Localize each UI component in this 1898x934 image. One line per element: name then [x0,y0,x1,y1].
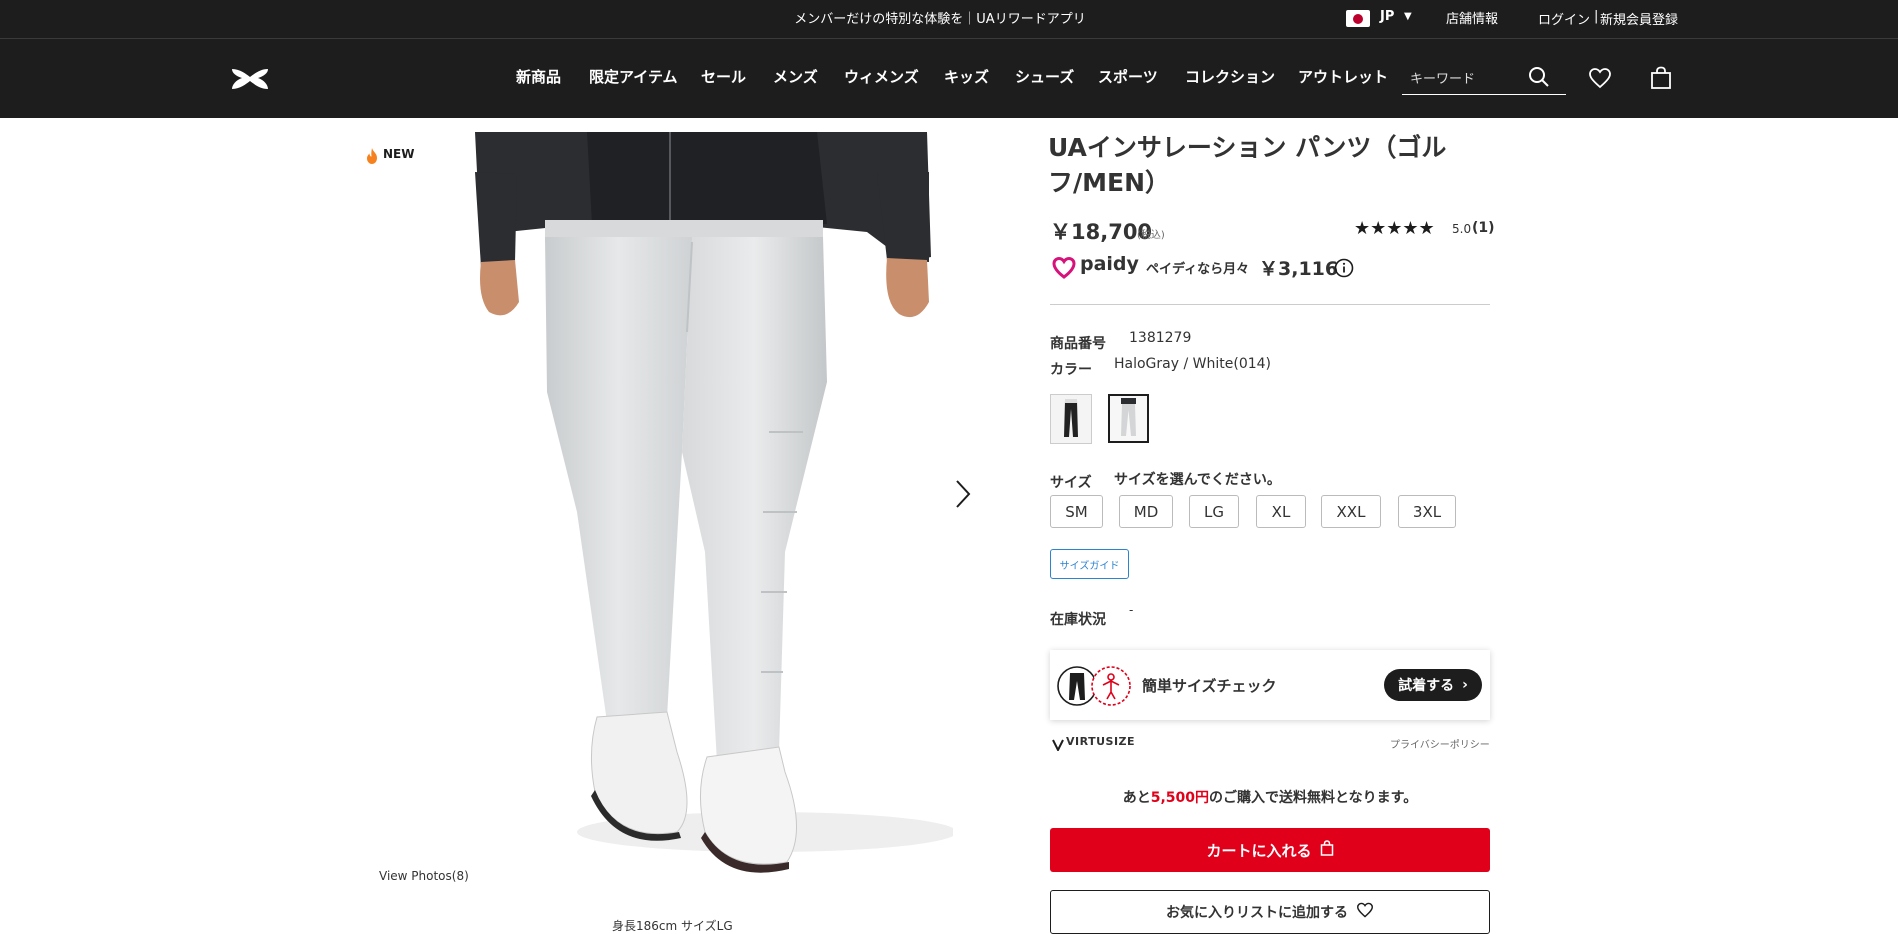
under-armour-logo-icon[interactable] [228,66,272,96]
paidy-monthly-amount: ￥3,116 [1259,258,1339,280]
virtusize-logo-icon [1052,736,1064,755]
nav-item-mens[interactable]: メンズ [773,66,818,87]
free-shipping-notice: あと5,500円のご購入で送料無料となります。 [1050,787,1490,807]
nav-item-womens[interactable]: ウィメンズ [844,66,919,87]
shipping-remaining-amount: 5,500円 [1150,790,1210,806]
size-prompt: サイズを選んでください。 [1114,472,1281,488]
flame-icon [364,147,380,169]
login-link[interactable]: ログイン [1538,9,1590,28]
size-option-xl[interactable]: XL [1256,495,1306,528]
review-count-link[interactable]: (1) [1472,220,1495,236]
cart-bag-icon [1320,840,1334,860]
nav-item-limited[interactable]: 限定アイテム [589,66,678,87]
register-link[interactable]: 新規会員登録 [1600,9,1678,28]
color-value: HaloGray / White(014) [1114,356,1272,372]
try-on-button[interactable]: 試着する › [1384,669,1482,701]
search-icon[interactable] [1528,66,1550,92]
sku-value: 1381279 [1129,330,1192,346]
size-option-xxl[interactable]: XXL [1321,495,1381,528]
color-swatch-halogray[interactable] [1108,394,1149,443]
add-to-cart-button[interactable]: カートに入れる [1050,828,1490,872]
sku-label: 商品番号 [1050,336,1106,352]
chevron-down-icon[interactable]: ▼ [1404,11,1412,22]
stock-status-value: - [1129,603,1134,617]
color-label: カラー [1050,362,1092,378]
size-check-label: 簡単サイズチェック [1142,677,1277,695]
size-option-md[interactable]: MD [1119,495,1173,528]
virtusize-brand: VIRTUSIZE [1066,735,1136,748]
product-image[interactable] [467,132,953,882]
nav-item-kids[interactable]: キッズ [944,66,989,87]
try-on-label: 試着する [1398,678,1455,694]
chevron-right-icon: › [1462,677,1468,693]
size-option-sm[interactable]: SM [1050,495,1103,528]
link-separator: | [1594,9,1599,24]
japan-flag-icon[interactable] [1346,10,1370,27]
view-photos-link[interactable]: View Photos(8) [379,869,469,883]
divider [1050,304,1490,305]
nav-item-sports[interactable]: スポーツ [1098,66,1158,87]
shipping-suffix: のご購入で送料無料となります。 [1209,790,1418,806]
size-option-lg[interactable]: LG [1189,495,1239,528]
size-label: サイズ [1050,475,1092,491]
paidy-installment-label: ペイディなら月々 [1146,262,1250,277]
size-guide-button[interactable]: サイズガイド [1050,549,1129,579]
nav-item-sale[interactable]: セール [701,66,746,87]
add-to-wishlist-button[interactable]: お気に入りリストに追加する [1050,890,1490,934]
info-icon[interactable] [1334,258,1354,282]
new-badge-label: NEW [383,147,415,161]
store-info-link[interactable]: 店舗情報 [1446,8,1498,27]
shipping-prefix: あと [1122,790,1151,806]
paidy-brand: paidy [1080,253,1139,275]
color-swatch-black[interactable] [1050,394,1092,444]
nav-item-shoes[interactable]: シューズ [1015,66,1074,87]
product-title: UAインサレーション パンツ（ゴルフ/MEN） [1048,133,1447,197]
nav-item-new[interactable]: 新商品 [516,66,561,87]
size-check-avatar-icon [1057,664,1135,712]
rating-value: 5.0 [1452,222,1472,236]
rating-stars-icon[interactable]: ★★★★★ [1354,218,1435,239]
stock-status-label: 在庫状況 [1050,612,1106,628]
add-to-cart-label: カートに入れる [1206,841,1312,860]
model-size-info: 身長186cm サイズLG [612,919,733,933]
tax-note: (税込) [1137,230,1165,241]
next-image-arrow-icon[interactable] [953,478,973,514]
size-option-3xl[interactable]: 3XL [1398,495,1456,528]
privacy-policy-link[interactable]: プライバシーポリシー [1390,736,1490,751]
add-to-wishlist-label: お気に入りリストに追加する [1166,905,1348,921]
country-selector[interactable]: JP [1380,9,1394,24]
shopping-bag-icon[interactable] [1650,66,1672,94]
heart-icon [1356,902,1374,922]
nav-item-outlet[interactable]: アウトレット [1298,66,1388,87]
paidy-logo-icon [1052,256,1076,284]
wishlist-heart-icon[interactable] [1588,67,1612,93]
nav-item-collection[interactable]: コレクション [1185,66,1275,87]
